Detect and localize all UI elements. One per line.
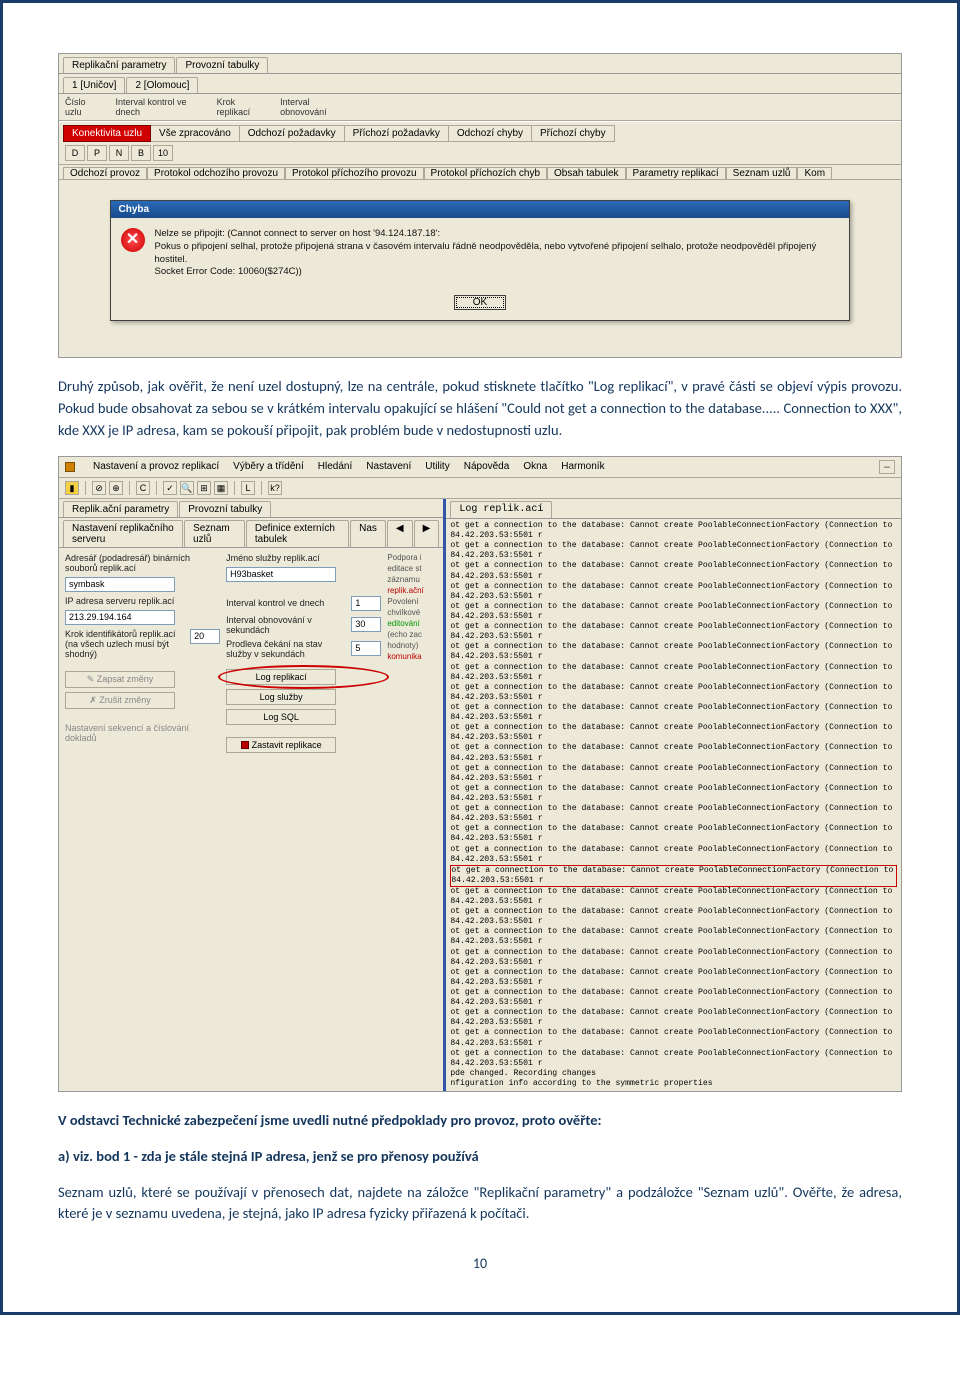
toolbar-icon-grid[interactable]: ▦ [214,481,228,495]
toolbar-icon-l[interactable]: L [241,481,255,495]
left-tab-provoz[interactable]: Provozní tabulky [179,501,271,517]
intab-prot-prich-chyb[interactable]: Protokol příchozích chyb [424,167,548,179]
toolbar-icon-2[interactable]: ⊘ [92,481,106,495]
col-interval-obnovovani: Intervalobnovování [280,97,327,117]
side-hints: Podpora ieditace stzáznamu replik.ačníPo… [387,553,437,753]
error-dialog: Chyba ✕ Nelze se připojit: (Cannot conne… [110,200,851,321]
toolbar-icon-zoom[interactable]: ⊞ [197,481,211,495]
error-title: Chyba [111,201,850,218]
col-krok-replikaci: Krokreplikací [217,97,251,117]
btn-log-replikaci[interactable]: Log replikací [226,669,336,685]
status-konektivita[interactable]: Konektivita uzlu [63,125,151,142]
fld-ip[interactable]: 213.29.194.164 [65,610,175,625]
intab-param[interactable]: Parametry replikací [626,167,726,179]
tab-unicov[interactable]: 1 [Uničov] [63,77,125,93]
lbl-ip: IP adresa serveru replik.ací [65,596,220,606]
btn-zastavit[interactable]: Zastavit replikace [226,737,336,753]
lbl-krok: Krok identifikátorů replik.ací (na všech… [65,629,184,659]
minimize-button[interactable]: – [879,460,895,474]
section-title: V odstavci Technické zabezpečení jsme uv… [58,1110,902,1132]
left-tab-uzly[interactable]: Seznam uzlů [184,520,245,547]
fld-intobn[interactable]: 30 [351,617,381,632]
btn-b[interactable]: B [131,145,151,161]
menu-okna[interactable]: Okna [523,461,547,472]
lbl-sekvence: Nastavení sekvencí a číslování dokladů [65,723,220,743]
paragraph-1: Druhý způsob, jak ověřit, že není uzel d… [58,376,902,441]
intab-kom[interactable]: Kom [797,167,832,179]
col-interval-kontrol: Interval kontrol vednech [116,97,187,117]
fld-krok[interactable]: 20 [190,629,220,644]
lbl-intobn: Interval obnovování v sekundách [226,615,345,635]
tab-replikacni-parametry[interactable]: Replikační parametry [63,57,175,73]
tab-olomouc[interactable]: 2 [Olomouc] [126,77,198,93]
btn-d[interactable]: D [65,145,85,161]
error-icon: ✕ [121,228,145,252]
paragraph-2: Seznam uzlů, které se používají v přenos… [58,1182,902,1226]
lbl-intkon: Interval kontrol ve dnech [226,598,345,608]
btn-log-sluzby[interactable]: Log služby [226,689,336,705]
toolbar-icon-check[interactable]: ✓ [163,481,177,495]
toolbar-icon-help[interactable]: k? [268,481,282,495]
screenshot-replication-params: Replikační parametry Provozní tabulky 1 … [58,53,902,358]
fld-prodl[interactable]: 5 [351,641,381,656]
col-cislo-uzlu: Číslouzlu [65,97,86,117]
toolbar-icon-3[interactable]: ⊕ [109,481,123,495]
intab-prot-prich[interactable]: Protokol příchozího provozu [285,167,424,179]
status-odchozi-chyby[interactable]: Odchozí chyby [449,125,532,142]
intab-odchozi-provoz[interactable]: Odchozí provoz [63,167,147,179]
left-tab-ext[interactable]: Definice externích tabulek [246,520,349,547]
screenshot-replication-server: Nastavení a provoz replikací Výběry a tř… [58,456,902,1093]
right-tab-log[interactable]: Log replik.ací [450,501,552,519]
ok-button[interactable]: OK [454,295,506,310]
left-tab-server[interactable]: Nastavení replikačního serveru [63,520,183,547]
tab-provozni-tabulky[interactable]: Provozní tabulky [176,57,268,73]
btn-n[interactable]: N [109,145,129,161]
left-tab-nav-right[interactable]: ▶ [414,520,440,547]
status-prichozi-chyby[interactable]: Příchozí chyby [532,125,615,142]
fld-jmeno[interactable]: H93basket [226,567,336,582]
left-tab-param[interactable]: Replik.ační parametry [63,501,178,517]
intab-seznam[interactable]: Seznam uzlů [726,167,798,179]
status-odchozi-poz[interactable]: Odchozí požadavky [240,125,345,142]
menu-vybery[interactable]: Výběry a třídění [233,461,304,472]
intab-prot-odch[interactable]: Protokol odchozího provozu [147,167,285,179]
menu-nastaveni-provoz[interactable]: Nastavení a provoz replikací [93,461,219,472]
lbl-adresar: Adresář (podadresář) binárních souborů r… [65,553,220,573]
menu-utility[interactable]: Utility [425,461,449,472]
toolbar-icon-1[interactable]: ▮ [65,481,79,495]
item-a: a) viz. bod 1 - zda je stále stejná IP a… [58,1146,902,1168]
lbl-jmeno: Jméno služby replik.ací [226,553,381,563]
fld-adresar[interactable]: symbask [65,577,175,592]
menu-harmonik[interactable]: Harmoník [561,461,604,472]
menu-nastaveni[interactable]: Nastavení [366,461,411,472]
btn-10[interactable]: 10 [153,145,173,161]
error-message: Nelze se připojit: (Cannot connect to se… [155,228,840,279]
menu-hledani[interactable]: Hledání [318,461,352,472]
status-vse-zprac[interactable]: Vše zpracováno [151,125,240,142]
page-number: 10 [58,1255,902,1272]
menu-napoveda[interactable]: Nápověda [464,461,510,472]
status-prichozi-poz[interactable]: Příchozí požadavky [345,125,449,142]
toolbar-icon-refresh[interactable]: C [136,481,150,495]
left-tab-nas[interactable]: Nas [350,520,386,547]
intab-obsah[interactable]: Obsah tabulek [547,167,626,179]
log-output: ot get a connection to the database: Can… [446,519,901,1091]
lbl-prodl: Prodleva čekání na stav služby v sekundá… [226,639,345,659]
toolbar-icon-search[interactable]: 🔍 [180,481,194,495]
fld-intkon[interactable]: 1 [351,596,381,611]
btn-p[interactable]: P [87,145,107,161]
btn-log-sql[interactable]: Log SQL [226,709,336,725]
btn-zrusit[interactable]: ✗ Zrušit změny [65,692,175,709]
app-icon [65,462,75,472]
btn-zapsat[interactable]: ✎ Zapsat změny [65,671,175,688]
left-tab-nav-left[interactable]: ◀ [387,520,413,547]
